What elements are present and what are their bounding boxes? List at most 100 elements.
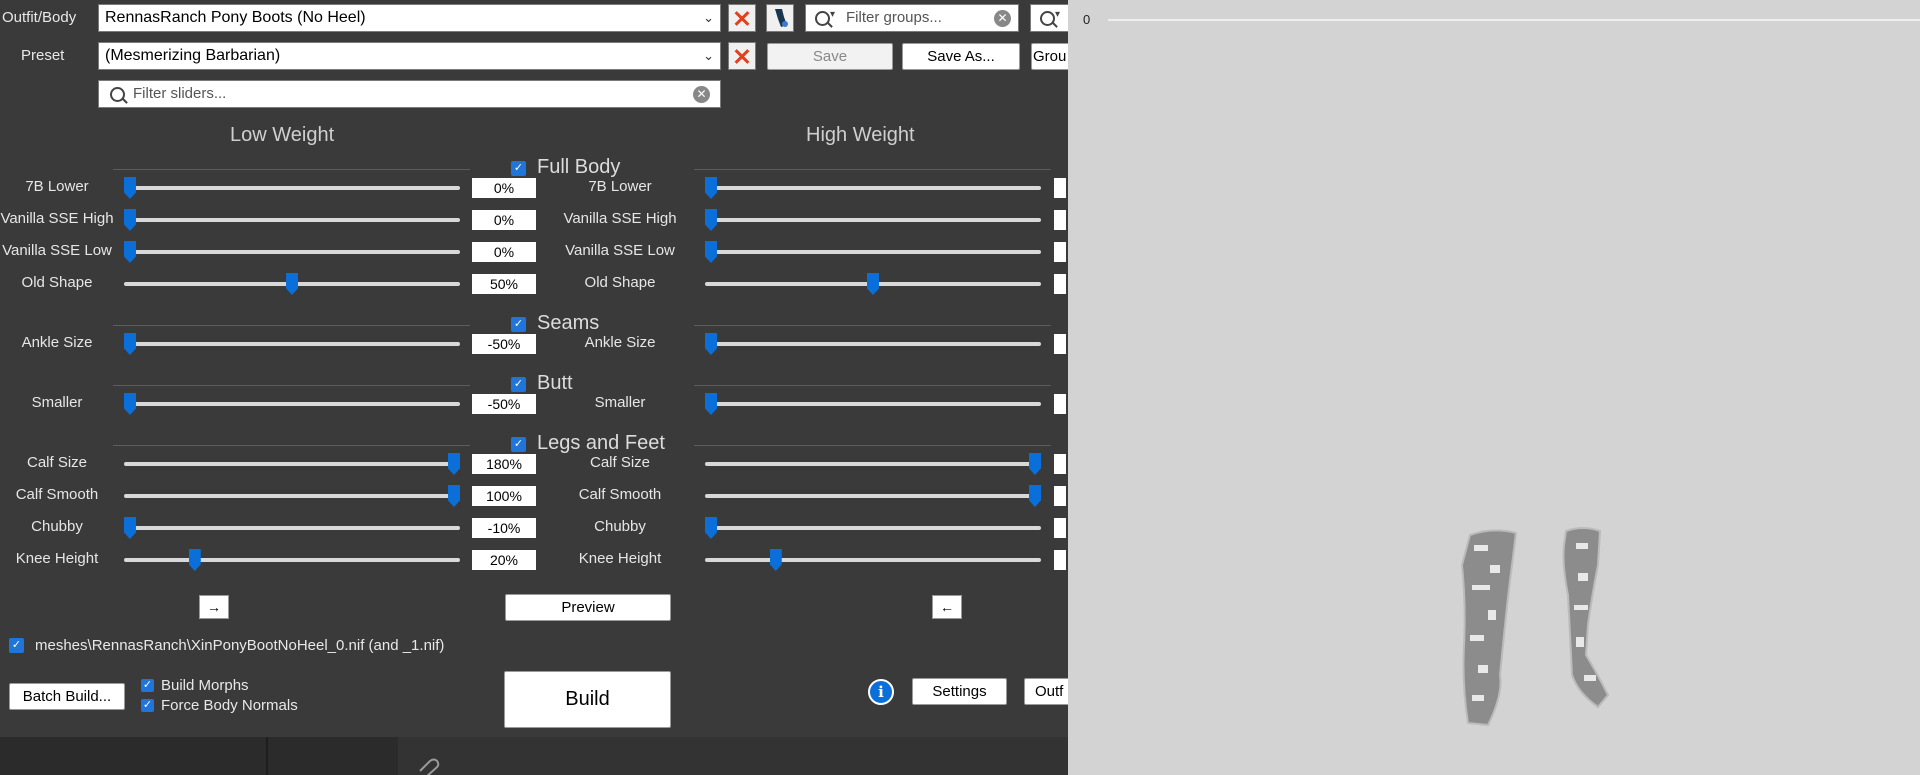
slider-value-high[interactable]	[1054, 274, 1066, 294]
slider-track-high[interactable]	[705, 250, 1041, 254]
slider-value-high[interactable]	[1054, 178, 1066, 198]
info-icon[interactable]: i	[868, 679, 894, 705]
slider-thumb-low[interactable]	[448, 453, 460, 475]
outfit-body-dropdown[interactable]: RennasRanch Pony Boots (No Heel) ⌄	[98, 4, 721, 32]
slider-track-low[interactable]	[124, 402, 460, 406]
slider-value-low[interactable]: -50%	[472, 394, 536, 414]
slider-track-high[interactable]	[705, 494, 1041, 498]
groups-button[interactable]: Grou	[1031, 43, 1068, 70]
slider-value-low[interactable]: -50%	[472, 334, 536, 354]
clear-outfit-icon[interactable]	[728, 4, 756, 32]
slider-thumb-low[interactable]	[124, 333, 136, 355]
slider-value-low[interactable]: 50%	[472, 274, 536, 294]
category-title: Full Body	[537, 156, 621, 178]
slider-thumb-high[interactable]	[867, 273, 879, 295]
slider-track-low[interactable]	[124, 250, 460, 254]
slider-value-low[interactable]: 0%	[472, 242, 536, 262]
slider-thumb-high[interactable]	[705, 393, 717, 415]
slider-value-high[interactable]	[1054, 486, 1066, 506]
3d-viewport[interactable]: 0	[1068, 0, 1920, 775]
slider-track-high[interactable]	[705, 342, 1041, 346]
category-separator	[694, 325, 1051, 326]
slider-track-low[interactable]	[124, 462, 460, 466]
slider-value-high[interactable]	[1054, 550, 1066, 570]
slider-label-low: Ankle Size	[21, 334, 93, 351]
slider-track-high[interactable]	[705, 218, 1041, 222]
clear-groups-icon[interactable]: ✕	[994, 10, 1011, 27]
filter-sliders-input[interactable]: Filter sliders... ✕	[98, 80, 721, 108]
build-morphs-checkbox[interactable]: ✓	[141, 679, 154, 692]
slider-value-high[interactable]	[1054, 334, 1066, 354]
slider-value-low[interactable]: 0%	[472, 210, 536, 230]
slider-thumb-low[interactable]	[286, 273, 298, 295]
slider-track-low[interactable]	[124, 558, 460, 562]
slider-track-high[interactable]	[705, 462, 1041, 466]
copy-to-high-button[interactable]: →	[199, 595, 229, 619]
slider-track-high[interactable]	[705, 402, 1041, 406]
group-options-button[interactable]: ▾	[1030, 4, 1068, 32]
slider-thumb-high[interactable]	[705, 333, 717, 355]
build-morphs-label: Build Morphs	[161, 677, 249, 694]
slider-thumb-high[interactable]	[705, 241, 717, 263]
settings-button[interactable]: Settings	[912, 678, 1007, 705]
category-separator	[113, 169, 470, 170]
slider-label-high: 7B Lower	[588, 178, 652, 195]
slider-label-low: Smaller	[31, 394, 83, 411]
category-title: Seams	[537, 312, 600, 334]
slider-value-high[interactable]	[1054, 518, 1066, 538]
slider-value-low[interactable]: -10%	[472, 518, 536, 538]
slider-thumb-high[interactable]	[705, 177, 717, 199]
slider-value-high[interactable]	[1054, 394, 1066, 414]
slider-thumb-high[interactable]	[705, 517, 717, 539]
slider-track-low[interactable]	[124, 526, 460, 530]
outfit-studio-button[interactable]: Outf	[1024, 678, 1068, 705]
slider-thumb-low[interactable]	[124, 393, 136, 415]
slider-thumb-low[interactable]	[124, 517, 136, 539]
category-checkbox[interactable]: ✓	[511, 437, 526, 452]
chevron-down-icon: ⌄	[703, 10, 714, 25]
batch-build-button[interactable]: Batch Build...	[9, 683, 125, 710]
clear-sliders-icon[interactable]: ✕	[693, 86, 710, 103]
filter-groups-input[interactable]: ▾ Filter groups... ✕	[805, 4, 1019, 32]
save-as-button[interactable]: Save As...	[902, 43, 1020, 70]
slider-value-low[interactable]: 100%	[472, 486, 536, 506]
category-checkbox[interactable]: ✓	[511, 161, 526, 176]
slider-value-high[interactable]	[1054, 242, 1066, 262]
category-checkbox[interactable]: ✓	[511, 317, 526, 332]
slider-value-high[interactable]	[1054, 454, 1066, 474]
slider-label-high: Ankle Size	[584, 334, 656, 351]
build-button[interactable]: Build	[504, 671, 671, 728]
slider-thumb-low[interactable]	[188, 549, 201, 571]
force-normals-checkbox[interactable]: ✓	[141, 699, 154, 712]
slider-value-high[interactable]	[1054, 210, 1066, 230]
slider-track-high[interactable]	[705, 186, 1041, 190]
preset-dropdown[interactable]: (Mesmerizing Barbarian) ⌄	[98, 42, 721, 70]
slider-thumb-low[interactable]	[124, 241, 136, 263]
axis-line	[1108, 19, 1920, 21]
slider-track-low[interactable]	[124, 218, 460, 222]
slider-thumb-low[interactable]	[124, 209, 136, 231]
category-checkbox[interactable]: ✓	[511, 377, 526, 392]
slider-thumb-high[interactable]	[1029, 453, 1041, 475]
preview-button[interactable]: Preview	[505, 594, 671, 621]
slider-thumb-high[interactable]	[769, 549, 782, 571]
slider-thumb-low[interactable]	[124, 177, 136, 199]
slider-value-low[interactable]: 180%	[472, 454, 536, 474]
slider-value-low[interactable]: 0%	[472, 178, 536, 198]
category-separator	[113, 385, 470, 386]
slider-track-low[interactable]	[124, 494, 460, 498]
slider-thumb-high[interactable]	[1029, 485, 1041, 507]
slider-track-high[interactable]	[705, 558, 1041, 562]
output-path-checkbox[interactable]: ✓	[9, 638, 24, 653]
delete-preset-icon[interactable]	[728, 42, 756, 70]
slider-track-low[interactable]	[124, 342, 460, 346]
slider-value-low[interactable]: 20%	[472, 550, 536, 570]
slider-thumb-high[interactable]	[705, 209, 717, 231]
slider-thumb-low[interactable]	[448, 485, 460, 507]
reference-mesh-button[interactable]	[766, 4, 794, 32]
save-button[interactable]: Save	[767, 43, 893, 70]
slider-track-low[interactable]	[124, 186, 460, 190]
search-dropdown-icon: ▾	[830, 9, 836, 20]
copy-to-low-button[interactable]: ←	[932, 595, 962, 619]
slider-track-high[interactable]	[705, 526, 1041, 530]
